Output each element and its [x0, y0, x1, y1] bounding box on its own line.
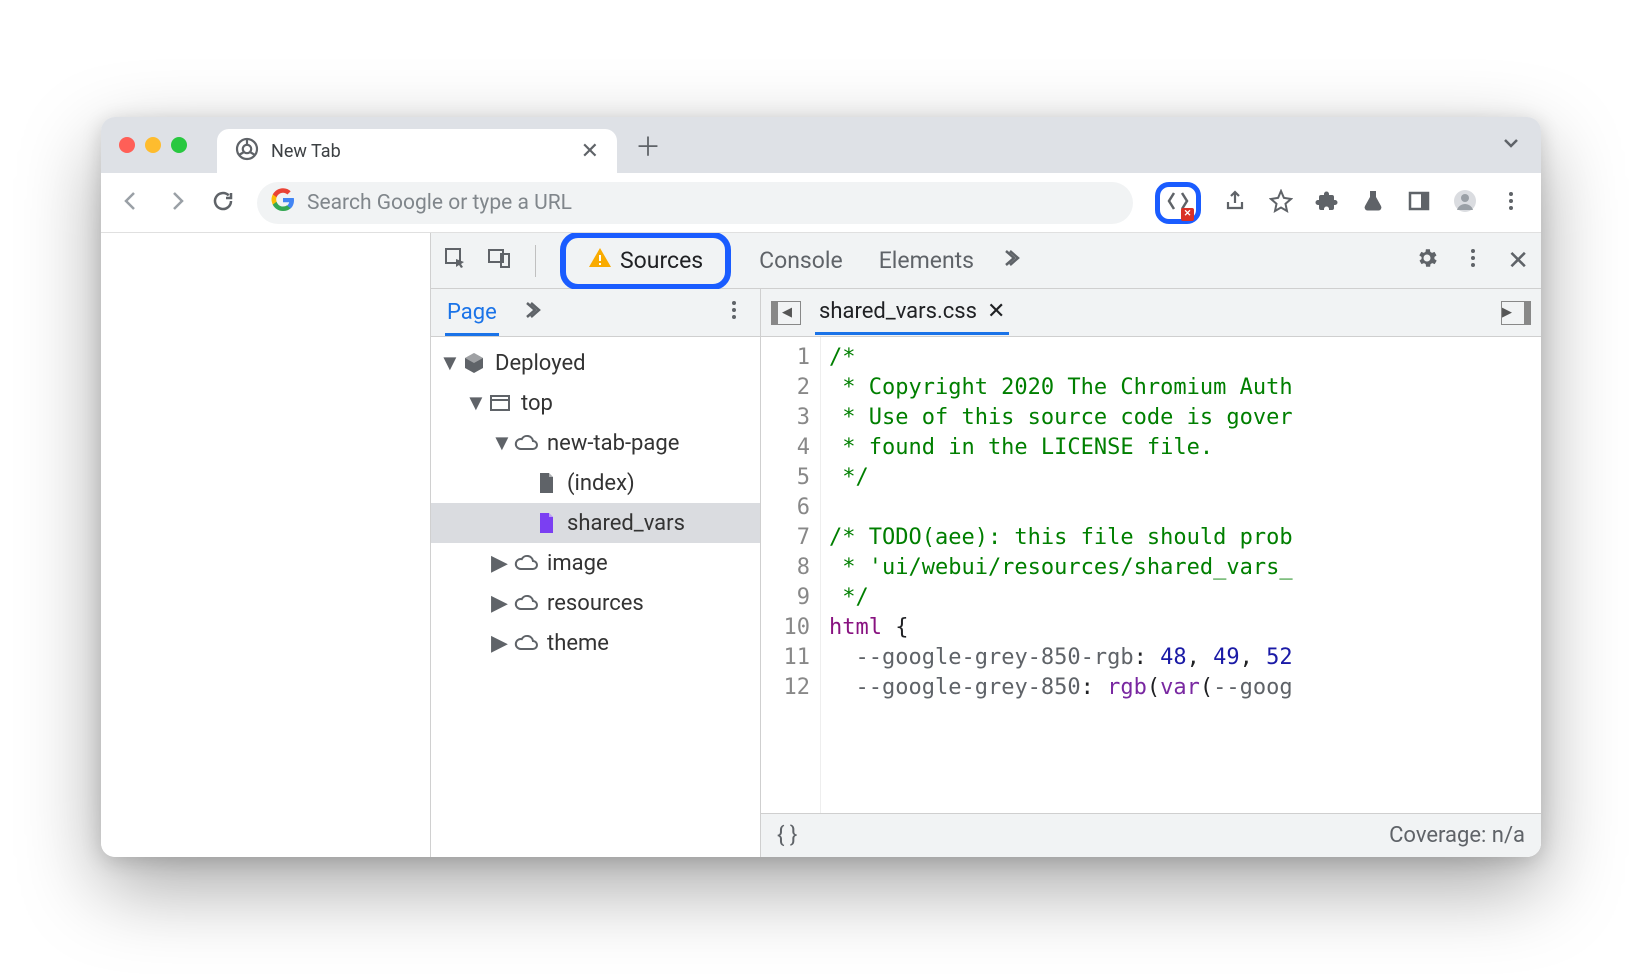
navigator-kebab-icon[interactable]	[722, 298, 746, 328]
open-file-tab[interactable]: shared_vars.css ✕	[815, 290, 1009, 335]
file-tree[interactable]: ▼Deployed ▼top ▼new-tab-page (index) sha…	[431, 337, 760, 857]
tab-sources[interactable]: Sources	[580, 242, 711, 280]
profile-avatar-icon[interactable]	[1453, 189, 1477, 217]
address-bar[interactable]: Search Google or type a URL	[257, 182, 1133, 224]
cloud-icon	[513, 550, 539, 576]
code-area[interactable]: 123456789101112 /* * Copyright 2020 The …	[761, 337, 1541, 813]
omnibox-placeholder: Search Google or type a URL	[307, 191, 572, 215]
tree-index[interactable]: (index)	[431, 463, 760, 503]
share-icon[interactable]	[1223, 189, 1247, 217]
show-debugger-icon[interactable]: ▶	[1501, 301, 1531, 325]
devtools-toggle-icon[interactable]: ✕	[1166, 189, 1190, 217]
minimize-window-button[interactable]	[145, 137, 161, 153]
tab-strip: New Tab ✕ ＋	[101, 117, 1541, 173]
tree-deployed[interactable]: ▼Deployed	[431, 343, 760, 383]
inspect-element-icon[interactable]	[443, 246, 467, 276]
tabbar-separator	[535, 245, 536, 277]
document-icon	[533, 510, 559, 536]
maximize-window-button[interactable]	[171, 137, 187, 153]
settings-gear-icon[interactable]	[1415, 246, 1439, 276]
devtools-tabbar: Sources Console Elements ✕	[431, 233, 1541, 289]
devtools-panel: Sources Console Elements ✕ Page	[431, 233, 1541, 857]
tree-theme[interactable]: ▶theme	[431, 623, 760, 663]
show-navigator-icon[interactable]: ◀	[771, 301, 801, 325]
close-devtools-icon[interactable]: ✕	[1507, 246, 1529, 276]
cloud-icon	[513, 590, 539, 616]
frame-icon	[487, 390, 513, 416]
labs-flask-icon[interactable]	[1361, 189, 1385, 217]
new-tab-button[interactable]: ＋	[635, 127, 661, 164]
chrome-favicon-icon	[235, 137, 259, 166]
sources-tab-highlight: Sources	[560, 233, 731, 290]
pretty-print-braces-icon[interactable]: { }	[777, 823, 797, 848]
tab-console[interactable]: Console	[751, 243, 851, 278]
close-file-icon[interactable]: ✕	[987, 299, 1005, 324]
tab-list-chevron-icon[interactable]	[1499, 131, 1523, 159]
tree-new-tab-page[interactable]: ▼new-tab-page	[431, 423, 760, 463]
cloud-icon	[513, 430, 539, 456]
browser-tab[interactable]: New Tab ✕	[217, 129, 617, 173]
back-button[interactable]	[119, 189, 143, 217]
box-icon	[461, 350, 487, 376]
devtools-kebab-icon[interactable]	[1461, 246, 1485, 276]
sidepanel-icon[interactable]	[1407, 189, 1431, 217]
code-content[interactable]: /* * Copyright 2020 The Chromium Auth * …	[821, 337, 1541, 813]
cloud-icon	[513, 630, 539, 656]
device-toolbar-icon[interactable]	[487, 246, 511, 276]
editor-tabbar: ◀ shared_vars.css ✕ ▶	[761, 289, 1541, 337]
forward-button[interactable]	[165, 189, 189, 217]
line-gutter: 123456789101112	[761, 337, 821, 813]
source-editor: ◀ shared_vars.css ✕ ▶ 123456789101112 /*…	[761, 289, 1541, 857]
coverage-status: Coverage: n/a	[1389, 823, 1525, 848]
tab-elements[interactable]: Elements	[871, 243, 982, 278]
rendered-page	[101, 233, 431, 857]
navigator-tabs: Page	[431, 289, 760, 337]
close-tab-icon[interactable]: ✕	[581, 139, 599, 164]
browser-toolbar: Search Google or type a URL ✕	[101, 173, 1541, 233]
toolbar-actions: ✕	[1155, 182, 1523, 224]
extensions-puzzle-icon[interactable]	[1315, 189, 1339, 217]
devtools-body: Page ▼Deployed ▼top ▼new-tab-page (index…	[431, 289, 1541, 857]
more-tabs-chevron-icon[interactable]	[1002, 246, 1026, 276]
close-window-button[interactable]	[119, 137, 135, 153]
tree-resources[interactable]: ▶resources	[431, 583, 760, 623]
browser-window: New Tab ✕ ＋ Search Google or type a URL …	[101, 117, 1541, 857]
devtools-toggle-highlight: ✕	[1155, 182, 1201, 224]
navigator-tab-page[interactable]: Page	[445, 290, 499, 336]
editor-statusbar: { } Coverage: n/a	[761, 813, 1541, 857]
tree-top[interactable]: ▼top	[431, 383, 760, 423]
tree-shared-vars[interactable]: shared_vars	[431, 503, 760, 543]
navigator-more-chevron-icon[interactable]	[523, 298, 547, 328]
reload-button[interactable]	[211, 189, 235, 217]
sources-navigator: Page ▼Deployed ▼top ▼new-tab-page (index…	[431, 289, 761, 857]
bookmark-star-icon[interactable]	[1269, 189, 1293, 217]
warning-triangle-icon	[588, 246, 612, 276]
document-icon	[533, 470, 559, 496]
google-g-icon	[271, 188, 295, 218]
window-controls	[119, 137, 187, 153]
tree-image[interactable]: ▶image	[431, 543, 760, 583]
kebab-menu-icon[interactable]	[1499, 189, 1523, 217]
tab-title: New Tab	[271, 141, 341, 162]
content-area: Sources Console Elements ✕ Page	[101, 233, 1541, 857]
